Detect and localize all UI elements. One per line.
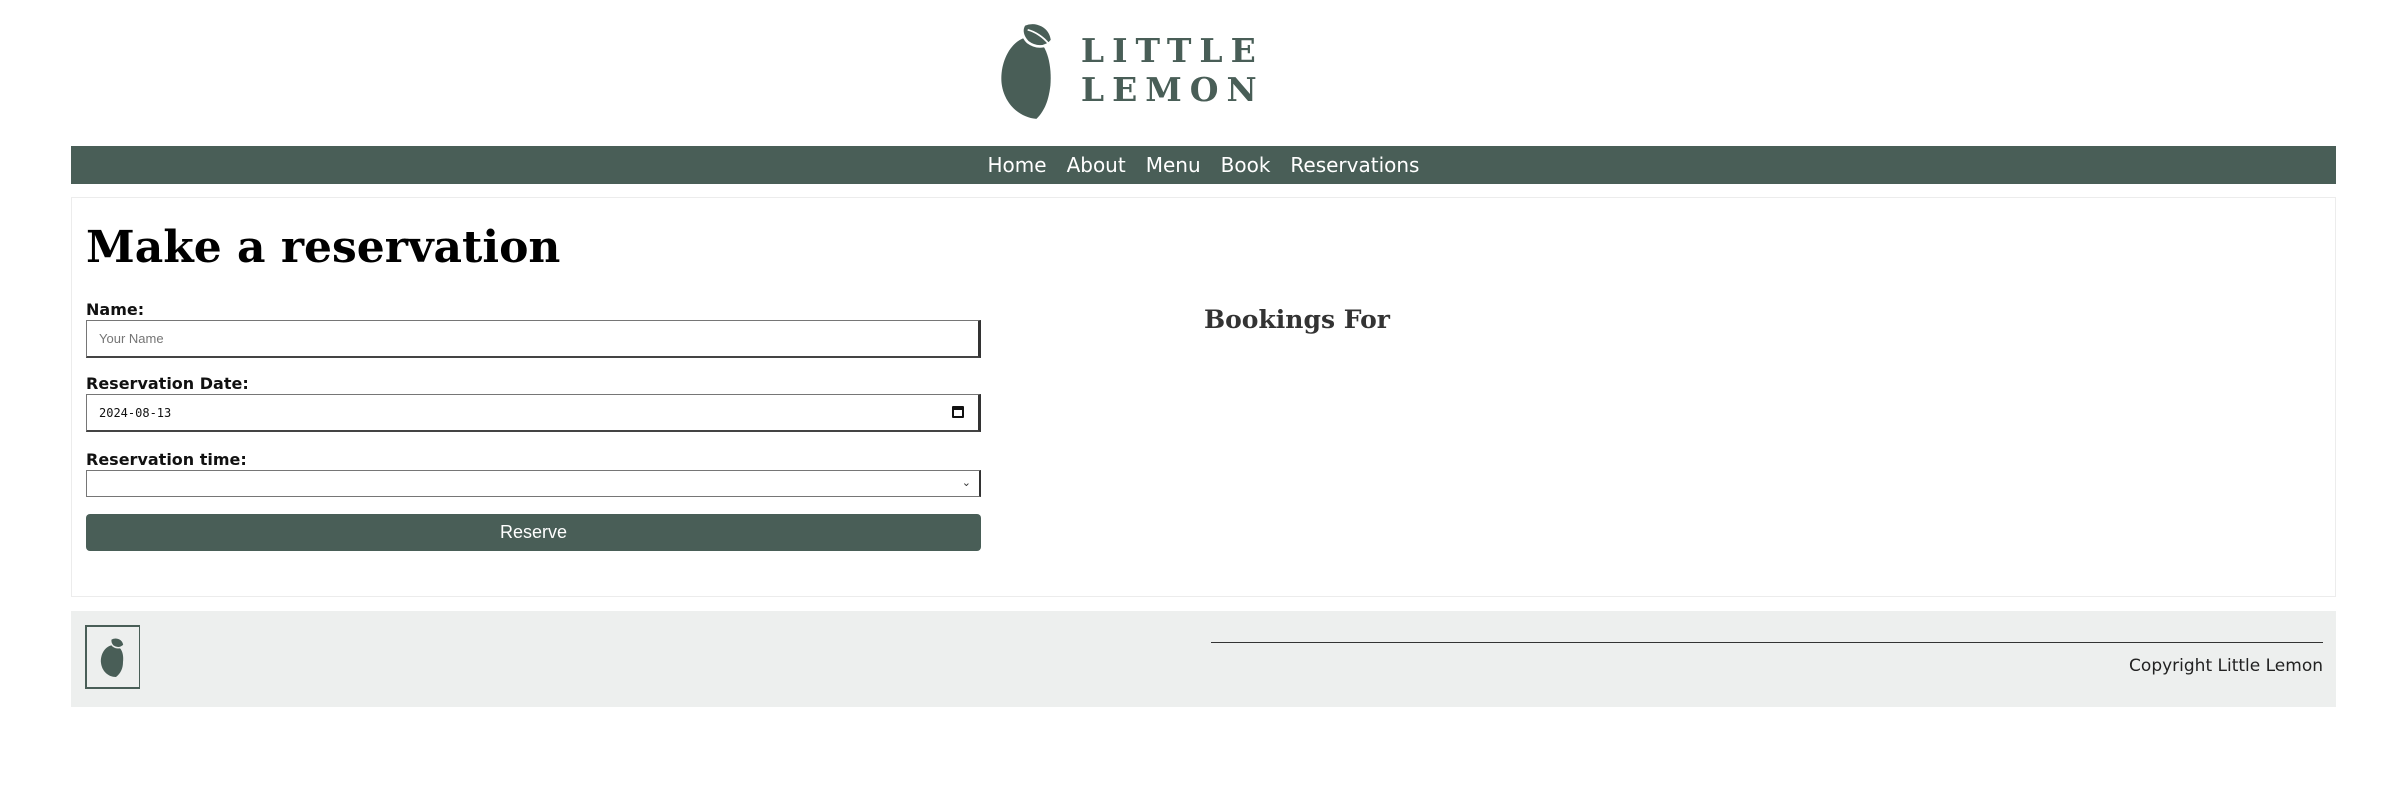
name-placeholder: Your Name xyxy=(99,331,164,346)
name-input[interactable]: Your Name xyxy=(86,320,981,358)
nav-item-menu[interactable]: Menu xyxy=(1146,153,1201,177)
reservation-form: Name: Your Name Reservation Date: 2024-0… xyxy=(86,300,981,551)
lemon-icon xyxy=(100,637,125,677)
brand-name: LITTLE LEMON xyxy=(1080,31,1265,109)
main-nav: Home About Menu Book Reservations xyxy=(71,146,2336,184)
chevron-down-icon: ⌄ xyxy=(961,476,971,489)
lemon-logo-icon xyxy=(1001,21,1054,119)
calendar-icon[interactable] xyxy=(952,406,964,418)
date-label: Reservation Date: xyxy=(86,374,249,393)
reserve-button[interactable]: Reserve xyxy=(86,514,981,551)
bookings-heading: Bookings For xyxy=(1204,305,1390,334)
page-title: Make a reservation xyxy=(86,222,561,273)
nav-item-reservations[interactable]: Reservations xyxy=(1290,153,1419,177)
time-select[interactable]: ⌄ xyxy=(86,470,981,497)
time-label: Reservation time: xyxy=(86,450,247,469)
nav-item-home[interactable]: Home xyxy=(988,153,1047,177)
site-footer: Copyright Little Lemon xyxy=(71,611,2336,707)
brand[interactable]: LITTLE LEMON xyxy=(998,12,1418,128)
nav-item-book[interactable]: Book xyxy=(1221,153,1271,177)
copyright-text: Copyright Little Lemon xyxy=(2129,656,2323,676)
nav-item-about[interactable]: About xyxy=(1067,153,1126,177)
reservation-section: Make a reservation Name: Your Name Reser… xyxy=(71,197,2336,597)
footer-logo[interactable] xyxy=(85,625,140,689)
date-value: 2024-08-13 xyxy=(99,405,172,420)
footer-divider xyxy=(1211,642,2323,643)
name-label: Name: xyxy=(86,300,145,319)
date-input[interactable]: 2024-08-13 xyxy=(86,394,981,432)
